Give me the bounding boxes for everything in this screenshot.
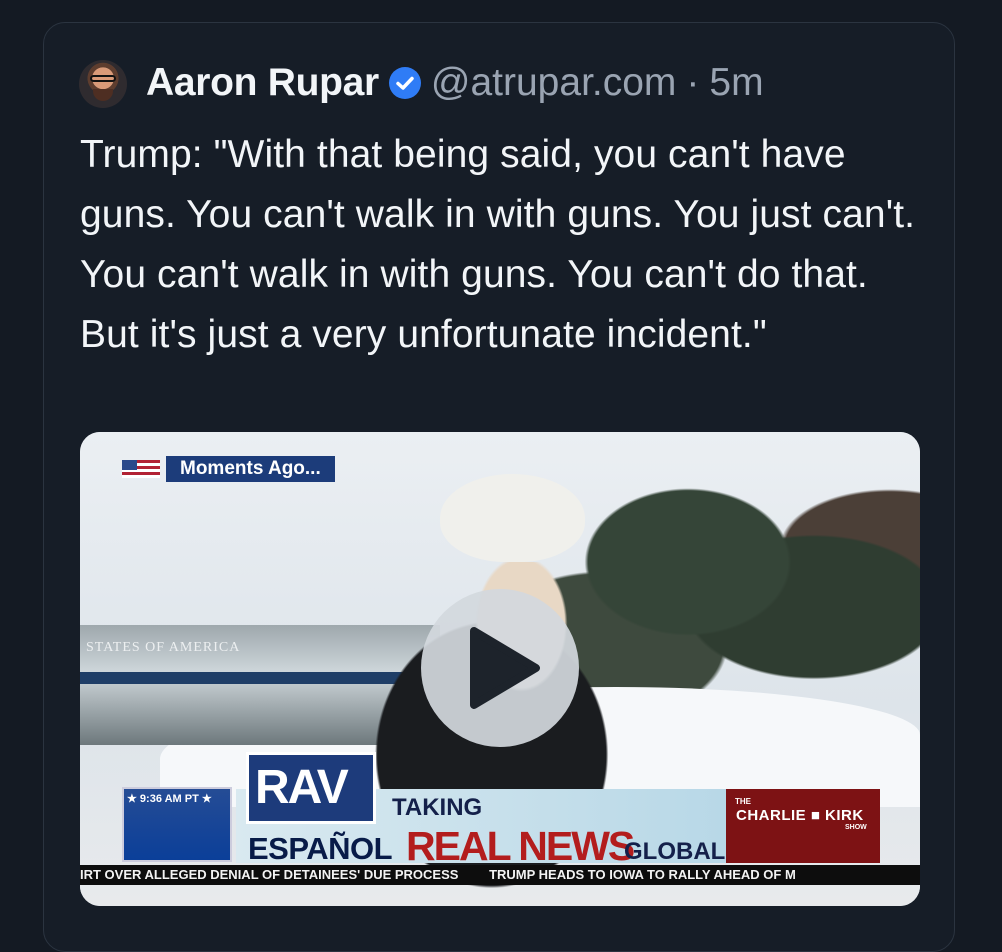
moments-label: Moments Ago...	[166, 456, 335, 482]
author-name[interactable]: Aaron Rupar	[146, 61, 379, 105]
airplane-lettering: STATES OF AMERICA	[86, 640, 241, 655]
post-body-text: Trump: "With that being said, you can't …	[80, 133, 916, 356]
verified-badge-icon	[388, 67, 421, 99]
ticker-item-1: IRT OVER ALLEGED DENIAL OF DETAINEES' DU…	[80, 867, 459, 882]
clock-text: ★ 9:36 AM PT ★	[127, 793, 212, 805]
play-button[interactable]	[421, 589, 579, 747]
post-header: Aaron Rupar @atrupar.com · 5m	[146, 58, 764, 108]
espanol-label: ESPAÑOL	[248, 831, 393, 866]
glasses-icon	[90, 75, 116, 82]
ck-the: THE	[735, 797, 751, 806]
beard-shape	[93, 89, 113, 101]
ticker-item-2: TRUMP HEADS TO IOWA TO RALLY AHEAD OF M	[489, 867, 796, 882]
global-label: GLOBAL	[624, 838, 726, 865]
rav-logo-text: RAV	[255, 761, 349, 814]
taking-label: TAKING	[392, 794, 483, 821]
play-icon	[470, 627, 540, 709]
separator-dot: ·	[686, 61, 700, 104]
rav-logo: RAV	[246, 752, 376, 824]
flag-icon	[122, 460, 160, 478]
ck-name: CHARLIE ■ KIRK	[736, 807, 864, 824]
news-lower-third: ★ 9:36 AM PT ★ ESPAÑOL TAKING REAL NEWS …	[122, 742, 882, 869]
ck-show: SHOW	[845, 824, 867, 831]
moments-banner: Moments Ago...	[122, 456, 335, 482]
avatar[interactable]	[79, 60, 127, 108]
person-hair	[440, 474, 585, 562]
author-handle[interactable]: @atrupar.com	[431, 61, 677, 105]
real-news-label: REAL NEWS	[406, 823, 635, 869]
news-ticker: IRT OVER ALLEGED DENIAL OF DETAINEES' DU…	[80, 865, 920, 885]
post-timestamp[interactable]: 5m	[709, 61, 763, 105]
charlie-kirk-show-logo: THE CHARLIE ■ KIRK SHOW	[726, 789, 880, 863]
video-embed[interactable]: STATES OF AMERICA Moments Ago... ★ 9:36 …	[80, 432, 920, 906]
